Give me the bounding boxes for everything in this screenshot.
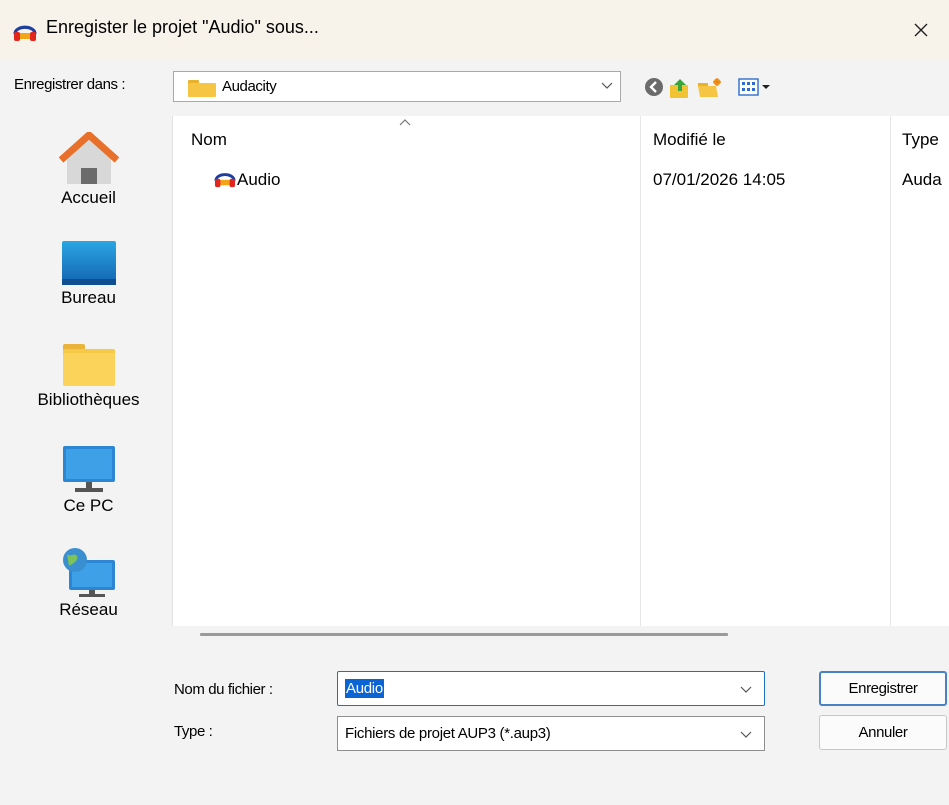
save-button[interactable]: Enregistrer	[819, 671, 947, 706]
place-label: Bibliothèques	[37, 390, 140, 409]
column-header-name[interactable]: Nom	[191, 130, 227, 150]
file-list[interactable]: Nom Modifié le Type Audio 07/01/2026 14:…	[172, 116, 949, 626]
file-type-select[interactable]: Fichiers de projet AUP3 (*.aup3)	[337, 716, 765, 751]
place-label: Ce PC	[63, 496, 114, 515]
place-label: Réseau	[59, 600, 118, 619]
places-bar: Accueil Bureau Bibliothèques Ce PC Résea…	[9, 116, 168, 626]
file-type-value: Fichiers de projet AUP3 (*.aup3)	[345, 725, 551, 742]
audacity-headphones-icon	[214, 173, 236, 188]
place-label: Bureau	[61, 288, 116, 307]
file-modified-cell: 07/01/2026 14:05	[653, 170, 786, 189]
look-in-dropdown[interactable]: Audacity	[173, 71, 621, 102]
chevron-down-icon	[601, 82, 613, 89]
window-title: Enregister le projet "Audio" sous...	[46, 17, 319, 37]
horizontal-scrollbar[interactable]	[200, 633, 728, 636]
look-in-value: Audacity	[222, 78, 277, 95]
look-in-row: Enregistrer dans : Audacity	[0, 66, 949, 106]
look-in-label: Enregistrer dans :	[14, 76, 126, 93]
libraries-folder-icon	[62, 344, 115, 386]
file-type-label: Type :	[174, 723, 213, 740]
file-name-label: Nom du fichier :	[174, 681, 273, 698]
file-type-cell: Auda	[902, 170, 942, 189]
computer-icon	[62, 446, 115, 492]
close-icon	[914, 23, 928, 37]
title-bar: Enregister le projet "Audio" sous...	[0, 0, 949, 60]
column-header-modified[interactable]: Modifié le	[653, 130, 726, 150]
place-label: Accueil	[61, 188, 116, 207]
place-bibliotheques[interactable]: Bibliothèques	[9, 342, 168, 410]
column-header-type[interactable]: Type	[902, 130, 939, 150]
place-accueil[interactable]: Accueil	[9, 132, 168, 208]
view-menu-icon[interactable]	[738, 77, 772, 97]
sort-ascending-icon	[399, 119, 411, 126]
desktop-icon	[61, 241, 116, 285]
column-divider[interactable]	[640, 116, 641, 626]
place-reseau[interactable]: Réseau	[9, 546, 168, 620]
home-icon	[58, 132, 119, 184]
chevron-down-icon	[740, 731, 752, 738]
file-name-value: Audio	[345, 679, 384, 698]
new-folder-icon[interactable]	[697, 77, 723, 99]
close-button[interactable]	[893, 4, 949, 56]
chevron-down-icon[interactable]	[740, 686, 752, 694]
back-icon[interactable]	[643, 77, 665, 97]
folder-icon	[188, 80, 216, 97]
file-name-input[interactable]: Audio	[337, 671, 765, 706]
network-icon	[62, 548, 115, 597]
place-bureau[interactable]: Bureau	[9, 240, 168, 308]
cancel-button[interactable]: Annuler	[819, 715, 947, 750]
place-ce-pc[interactable]: Ce PC	[9, 444, 168, 516]
up-folder-icon[interactable]	[668, 77, 692, 99]
file-name-cell: Audio	[237, 170, 281, 189]
audacity-headphones-icon	[13, 25, 37, 41]
column-divider[interactable]	[890, 116, 891, 626]
